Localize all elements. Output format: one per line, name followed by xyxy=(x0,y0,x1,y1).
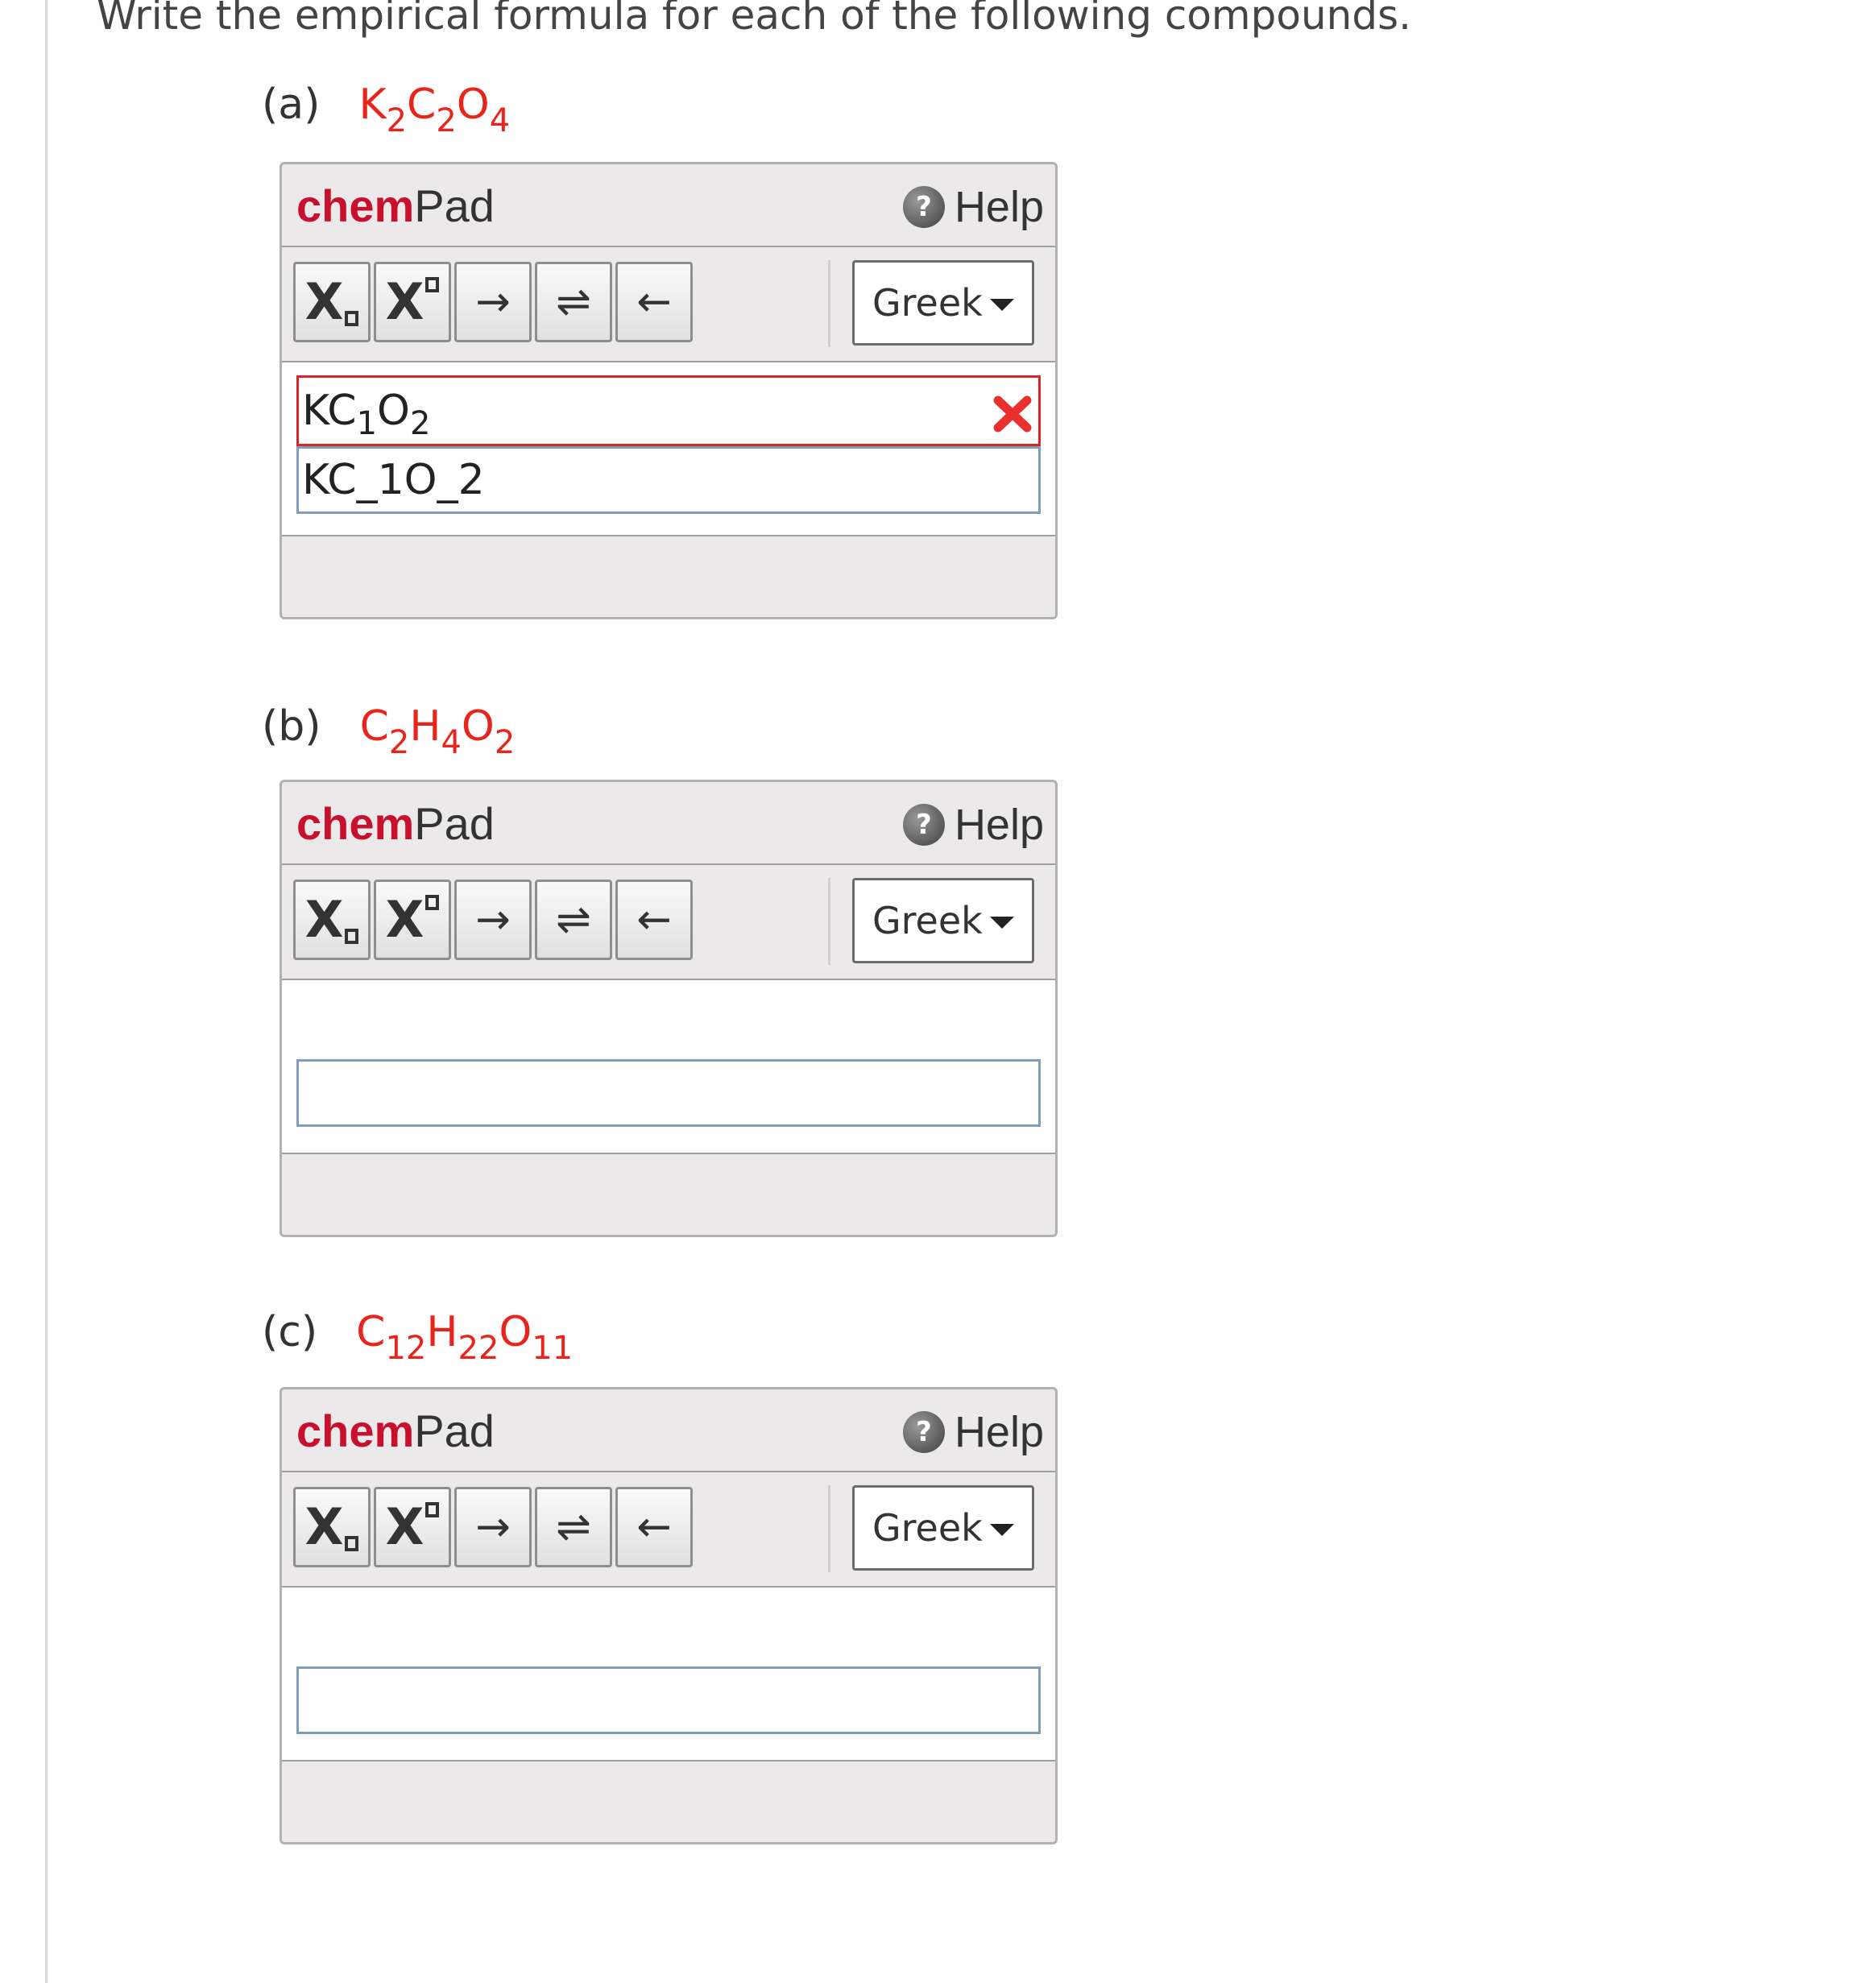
toolbar-divider xyxy=(828,260,830,347)
chempad-footer xyxy=(282,536,1055,617)
superscript-icon: X xyxy=(385,1497,424,1556)
chempad-title: chemPad xyxy=(296,798,495,849)
chempad-workspace xyxy=(282,1588,1055,1762)
superscript-icon: X xyxy=(385,890,424,949)
equilibrium-arrow-icon: ⇌ xyxy=(556,1503,591,1551)
chempad-workspace: KC1O2 KC_1O_2 xyxy=(282,362,1055,536)
superscript-button[interactable]: X xyxy=(374,262,451,342)
question-label: (b) xyxy=(262,702,321,751)
help-label: Help xyxy=(954,183,1044,231)
toolbar-divider xyxy=(828,1485,830,1572)
chempad-footer xyxy=(282,1762,1055,1842)
instructions: Write the empirical formula for each of … xyxy=(97,0,1412,39)
help-button[interactable]: ? Help xyxy=(902,182,1044,232)
chempad-header: chemPad ? Help xyxy=(282,1389,1055,1472)
right-arrow-button[interactable]: → xyxy=(454,262,532,342)
equilibrium-arrow-button[interactable]: ⇌ xyxy=(535,262,612,342)
chempad-toolbar: X X → ⇌ ← Greek xyxy=(282,865,1055,980)
help-button[interactable]: ? Help xyxy=(902,1407,1044,1457)
chempad-header: chemPad ? Help xyxy=(282,782,1055,865)
subscript-button[interactable]: X xyxy=(293,880,371,960)
right-arrow-icon: → xyxy=(475,1503,511,1551)
superscript-button[interactable]: X xyxy=(374,1487,451,1567)
incorrect-icon xyxy=(993,395,1032,433)
formula: C12H22O11 xyxy=(356,1308,574,1367)
subscript-button[interactable]: X xyxy=(293,1487,371,1567)
chempad-b: chemPad ? Help X X → ⇌ ← Greek xyxy=(280,780,1058,1237)
chempad-header: chemPad ? Help xyxy=(282,164,1055,247)
right-arrow-icon: → xyxy=(475,896,511,944)
left-arrow-button[interactable]: ← xyxy=(615,880,693,960)
help-button[interactable]: ? Help xyxy=(902,800,1044,850)
equilibrium-arrow-icon: ⇌ xyxy=(556,896,591,944)
equilibrium-arrow-button[interactable]: ⇌ xyxy=(535,880,612,960)
subscript-button[interactable]: X xyxy=(293,262,371,342)
chevron-down-icon xyxy=(990,917,1014,929)
formula: K2C2O4 xyxy=(358,81,511,139)
chempad-a: chemPad ? Help X X → ⇌ ← Greek KC1O2 KC_… xyxy=(280,162,1058,619)
greek-dropdown[interactable]: Greek xyxy=(852,1485,1034,1571)
equilibrium-arrow-button[interactable]: ⇌ xyxy=(535,1487,612,1567)
toolbar-divider xyxy=(828,878,830,965)
chempad-toolbar: X X → ⇌ ← Greek xyxy=(282,1472,1055,1588)
left-border xyxy=(45,0,48,1983)
chempad-c: chemPad ? Help X X → ⇌ ← Greek xyxy=(280,1387,1058,1844)
help-icon: ? xyxy=(902,1411,945,1453)
formula: C2H4O2 xyxy=(359,702,516,761)
left-arrow-icon: ← xyxy=(636,278,672,326)
answer-input-c[interactable] xyxy=(296,1666,1041,1734)
left-arrow-icon: ← xyxy=(636,1503,672,1551)
question-a: (a) K2C2O4 xyxy=(262,72,510,137)
help-icon: ? xyxy=(902,186,945,228)
help-icon: ? xyxy=(902,804,945,846)
greek-dropdown[interactable]: Greek xyxy=(852,878,1034,963)
question-c: (c) C12H22O11 xyxy=(262,1300,573,1364)
answer-input-a[interactable]: KC_1O_2 xyxy=(296,446,1041,514)
left-arrow-icon: ← xyxy=(636,896,672,944)
subscript-icon: X xyxy=(304,890,344,949)
equilibrium-arrow-icon: ⇌ xyxy=(556,278,591,326)
left-arrow-button[interactable]: ← xyxy=(615,262,693,342)
chevron-down-icon xyxy=(990,1524,1014,1536)
left-arrow-button[interactable]: ← xyxy=(615,1487,693,1567)
right-arrow-button[interactable]: → xyxy=(454,1487,532,1567)
superscript-button[interactable]: X xyxy=(374,880,451,960)
help-label: Help xyxy=(954,801,1044,849)
chempad-toolbar: X X → ⇌ ← Greek xyxy=(282,247,1055,362)
rendered-formula: KC1O2 xyxy=(302,387,431,442)
right-arrow-button[interactable]: → xyxy=(454,880,532,960)
chempad-title: chemPad xyxy=(296,180,495,231)
help-label: Help xyxy=(954,1408,1044,1456)
answer-input-b[interactable] xyxy=(296,1059,1041,1127)
chempad-footer xyxy=(282,1154,1055,1235)
subscript-icon: X xyxy=(304,272,344,331)
question-label: (a) xyxy=(262,81,321,129)
rendered-answer: KC1O2 xyxy=(296,375,1041,446)
right-arrow-icon: → xyxy=(475,278,511,326)
greek-dropdown[interactable]: Greek xyxy=(852,260,1034,346)
question-label: (c) xyxy=(262,1308,318,1356)
superscript-icon: X xyxy=(385,272,424,331)
chempad-workspace xyxy=(282,980,1055,1154)
chevron-down-icon xyxy=(990,299,1014,311)
chempad-title: chemPad xyxy=(296,1405,495,1456)
question-b: (b) C2H4O2 xyxy=(262,694,515,759)
subscript-icon: X xyxy=(304,1497,344,1556)
